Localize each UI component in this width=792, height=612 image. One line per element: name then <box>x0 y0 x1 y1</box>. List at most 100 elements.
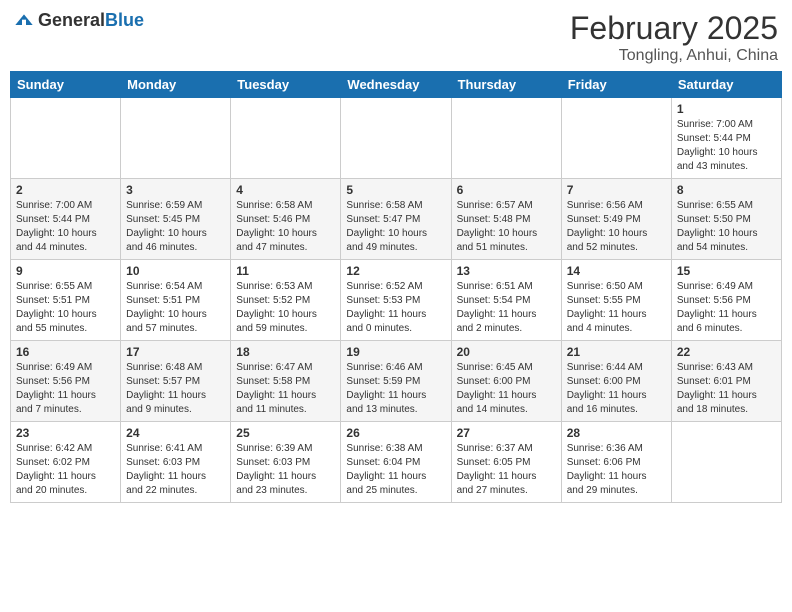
calendar-day: 3 Sunrise: 6:59 AM Sunset: 5:45 PM Daylig… <box>121 179 231 260</box>
day-number: 1 <box>677 102 776 116</box>
empty-day <box>451 98 561 179</box>
day-number: 15 <box>677 264 776 278</box>
empty-day <box>231 98 341 179</box>
day-number: 20 <box>457 345 556 359</box>
empty-day <box>561 98 671 179</box>
calendar-day: 26Sunrise: 6:38 AM Sunset: 6:04 PM Dayli… <box>341 422 451 503</box>
day-info: Sunrise: 6:52 AM Sunset: 5:53 PM Dayligh… <box>346 280 445 336</box>
calendar-day: 7 Sunrise: 6:56 AM Sunset: 5:49 PM Daylig… <box>561 179 671 260</box>
calendar-day: 23 Sunrise: 6:42 AM Sunset: 6:02 PM Dayli… <box>11 422 121 503</box>
day-number: 24 <box>126 426 225 440</box>
day-number: 22 <box>677 345 776 359</box>
day-number: 21 <box>567 345 666 359</box>
weekday-header: Monday <box>121 72 231 98</box>
day-info: Sunrise: 6:53 AM Sunset: 5:52 PM Dayligh… <box>236 280 335 336</box>
day-number: 3 <box>126 183 225 197</box>
day-info: Sunrise: 6:38 AM Sunset: 6:04 PM Dayligh… <box>346 442 445 498</box>
day-number: 6 <box>457 183 556 197</box>
day-info: Sunrise: 6:42 AM Sunset: 6:02 PM Dayligh… <box>16 442 115 498</box>
location-title: Tongling, Anhui, China <box>570 47 778 65</box>
day-info: Sunrise: 6:50 AM Sunset: 5:55 PM Dayligh… <box>567 280 666 336</box>
empty-day <box>11 98 121 179</box>
day-info: Sunrise: 6:36 AM Sunset: 6:06 PM Dayligh… <box>567 442 666 498</box>
day-number: 8 <box>677 183 776 197</box>
day-number: 9 <box>16 264 115 278</box>
calendar-day: 12 Sunrise: 6:52 AM Sunset: 5:53 PM Dayli… <box>341 260 451 341</box>
day-info: Sunrise: 7:00 AM Sunset: 5:44 PM Dayligh… <box>677 118 776 174</box>
day-info: Sunrise: 6:47 AM Sunset: 5:58 PM Dayligh… <box>236 361 335 417</box>
weekday-header: Friday <box>561 72 671 98</box>
day-info: Sunrise: 6:51 AM Sunset: 5:54 PM Dayligh… <box>457 280 556 336</box>
page-header: GeneralBlue February 2025 Tongling, Anhu… <box>10 10 782 65</box>
logo: GeneralBlue <box>14 10 144 31</box>
day-info: Sunrise: 7:00 AM Sunset: 5:44 PM Dayligh… <box>16 199 115 255</box>
calendar-day: 17 Sunrise: 6:48 AM Sunset: 5:57 PM Dayli… <box>121 341 231 422</box>
day-number: 10 <box>126 264 225 278</box>
day-number: 12 <box>346 264 445 278</box>
day-info: Sunrise: 6:55 AM Sunset: 5:51 PM Dayligh… <box>16 280 115 336</box>
calendar-day: 28 Sunrise: 6:36 AM Sunset: 6:06 PM Dayli… <box>561 422 671 503</box>
day-number: 7 <box>567 183 666 197</box>
calendar-day: 14 Sunrise: 6:50 AM Sunset: 5:55 PM Dayli… <box>561 260 671 341</box>
calendar-day: 11 Sunrise: 6:53 AM Sunset: 5:52 PM Dayli… <box>231 260 341 341</box>
day-info: Sunrise: 6:55 AM Sunset: 5:50 PM Dayligh… <box>677 199 776 255</box>
day-info: Sunrise: 6:59 AM Sunset: 5:45 PM Dayligh… <box>126 199 225 255</box>
day-number: 16 <box>16 345 115 359</box>
day-info: Sunrise: 6:45 AM Sunset: 6:00 PM Dayligh… <box>457 361 556 417</box>
day-number: 25 <box>236 426 335 440</box>
calendar-day: 24 Sunrise: 6:41 AM Sunset: 6:03 PM Dayli… <box>121 422 231 503</box>
calendar-day: 1 Sunrise: 7:00 AM Sunset: 5:44 PM Daylig… <box>671 98 781 179</box>
day-info: Sunrise: 6:43 AM Sunset: 6:01 PM Dayligh… <box>677 361 776 417</box>
calendar-day: 13Sunrise: 6:51 AM Sunset: 5:54 PM Dayli… <box>451 260 561 341</box>
logo-icon <box>14 11 34 31</box>
day-info: Sunrise: 6:56 AM Sunset: 5:49 PM Dayligh… <box>567 199 666 255</box>
calendar-day: 25 Sunrise: 6:39 AM Sunset: 6:03 PM Dayli… <box>231 422 341 503</box>
day-number: 11 <box>236 264 335 278</box>
day-number: 4 <box>236 183 335 197</box>
calendar-day: 8 Sunrise: 6:55 AM Sunset: 5:50 PM Daylig… <box>671 179 781 260</box>
day-number: 17 <box>126 345 225 359</box>
title-block: February 2025 Tongling, Anhui, China <box>570 10 778 65</box>
day-number: 18 <box>236 345 335 359</box>
day-info: Sunrise: 6:54 AM Sunset: 5:51 PM Dayligh… <box>126 280 225 336</box>
weekday-header: Thursday <box>451 72 561 98</box>
day-info: Sunrise: 6:39 AM Sunset: 6:03 PM Dayligh… <box>236 442 335 498</box>
day-info: Sunrise: 6:37 AM Sunset: 6:05 PM Dayligh… <box>457 442 556 498</box>
calendar-day: 19 Sunrise: 6:46 AM Sunset: 5:59 PM Dayli… <box>341 341 451 422</box>
day-info: Sunrise: 6:48 AM Sunset: 5:57 PM Dayligh… <box>126 361 225 417</box>
calendar-day: 2Sunrise: 7:00 AM Sunset: 5:44 PM Daylig… <box>11 179 121 260</box>
day-info: Sunrise: 6:58 AM Sunset: 5:46 PM Dayligh… <box>236 199 335 255</box>
logo-blue: Blue <box>105 10 144 30</box>
month-title: February 2025 <box>570 10 778 47</box>
day-info: Sunrise: 6:46 AM Sunset: 5:59 PM Dayligh… <box>346 361 445 417</box>
calendar-day: 10 Sunrise: 6:54 AM Sunset: 5:51 PM Dayli… <box>121 260 231 341</box>
calendar-day: 16 Sunrise: 6:49 AM Sunset: 5:56 PM Dayli… <box>11 341 121 422</box>
day-number: 14 <box>567 264 666 278</box>
calendar-day: 15 Sunrise: 6:49 AM Sunset: 5:56 PM Dayli… <box>671 260 781 341</box>
empty-day <box>341 98 451 179</box>
weekday-header: Sunday <box>11 72 121 98</box>
weekday-header: Wednesday <box>341 72 451 98</box>
calendar-day: 18 Sunrise: 6:47 AM Sunset: 5:58 PM Dayli… <box>231 341 341 422</box>
day-number: 19 <box>346 345 445 359</box>
day-info: Sunrise: 6:57 AM Sunset: 5:48 PM Dayligh… <box>457 199 556 255</box>
day-number: 5 <box>346 183 445 197</box>
calendar-day: 21 Sunrise: 6:44 AM Sunset: 6:00 PM Dayli… <box>561 341 671 422</box>
calendar-day: 27 Sunrise: 6:37 AM Sunset: 6:05 PM Dayli… <box>451 422 561 503</box>
calendar-day: 5 Sunrise: 6:58 AM Sunset: 5:47 PM Daylig… <box>341 179 451 260</box>
empty-day <box>121 98 231 179</box>
day-info: Sunrise: 6:44 AM Sunset: 6:00 PM Dayligh… <box>567 361 666 417</box>
day-number: 23 <box>16 426 115 440</box>
calendar-day: 6 Sunrise: 6:57 AM Sunset: 5:48 PM Daylig… <box>451 179 561 260</box>
day-number: 27 <box>457 426 556 440</box>
day-number: 28 <box>567 426 666 440</box>
weekday-header: Saturday <box>671 72 781 98</box>
empty-day <box>671 422 781 503</box>
day-info: Sunrise: 6:49 AM Sunset: 5:56 PM Dayligh… <box>677 280 776 336</box>
day-info: Sunrise: 6:58 AM Sunset: 5:47 PM Dayligh… <box>346 199 445 255</box>
day-info: Sunrise: 6:49 AM Sunset: 5:56 PM Dayligh… <box>16 361 115 417</box>
calendar-day: 22 Sunrise: 6:43 AM Sunset: 6:01 PM Dayli… <box>671 341 781 422</box>
day-info: Sunrise: 6:41 AM Sunset: 6:03 PM Dayligh… <box>126 442 225 498</box>
logo-general: General <box>38 10 105 30</box>
calendar-day: 9 Sunrise: 6:55 AM Sunset: 5:51 PM Daylig… <box>11 260 121 341</box>
